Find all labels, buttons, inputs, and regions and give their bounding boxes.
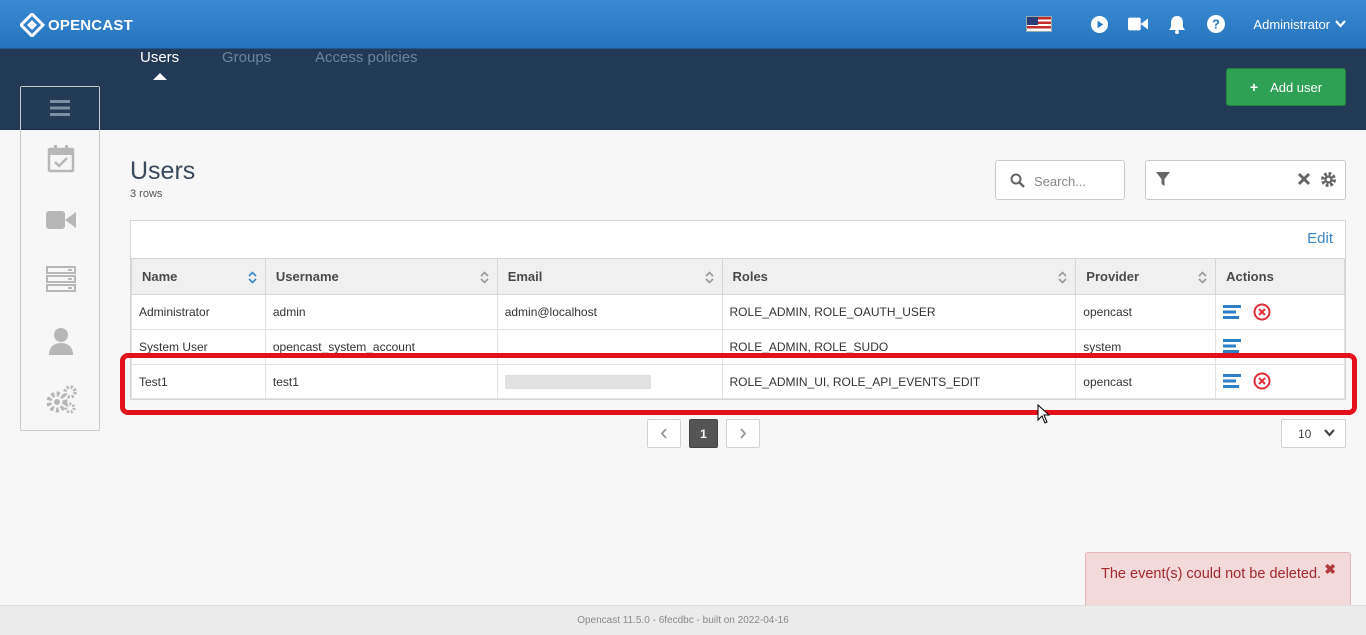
gear-icon[interactable] xyxy=(1320,171,1337,188)
sort-active-icon xyxy=(248,271,257,284)
column-header-name[interactable]: Name xyxy=(131,258,266,295)
cell-username: admin xyxy=(264,294,498,330)
chevron-left-icon xyxy=(660,428,667,439)
mouse-cursor-icon xyxy=(1037,404,1050,424)
chevron-right-icon xyxy=(740,428,747,439)
search-box[interactable] xyxy=(995,160,1125,200)
language-flag-icon[interactable] xyxy=(1026,16,1053,32)
sort-icon xyxy=(704,271,714,284)
search-input[interactable] xyxy=(1034,171,1119,191)
sidebar-item-recordings[interactable] xyxy=(21,209,101,231)
row-count: 3 rows xyxy=(130,188,163,200)
opencast-logo[interactable]: OPENCAST xyxy=(20,13,133,37)
user-menu[interactable]: Administrator xyxy=(1253,17,1346,32)
video-camera-icon[interactable] xyxy=(1128,14,1149,34)
page-size-select[interactable]: 10 xyxy=(1281,419,1346,448)
delete-icon[interactable] xyxy=(1253,303,1271,321)
sidebar xyxy=(20,86,100,431)
column-header-provider[interactable]: Provider xyxy=(1075,258,1217,295)
column-header-actions: Actions xyxy=(1215,258,1345,295)
cell-actions xyxy=(1215,294,1345,330)
column-header-roles[interactable]: Roles xyxy=(721,258,1077,295)
footer: Opencast 11.5.0 - 6fecdbc - built on 202… xyxy=(0,605,1366,635)
notifications-bell-icon[interactable] xyxy=(1167,14,1187,34)
cell-provider: opencast xyxy=(1075,294,1217,330)
sort-icon xyxy=(1198,271,1207,284)
calendar-check-icon xyxy=(47,145,75,173)
menu-icon xyxy=(50,100,70,116)
sidebar-item-events[interactable] xyxy=(21,145,101,173)
error-toast: The event(s) could not be deleted. ✖ xyxy=(1085,552,1351,608)
chevron-down-icon xyxy=(1335,20,1346,28)
table-header-row: Name Username Email Roles Provider Actio… xyxy=(131,258,1345,295)
clear-filter-icon[interactable] xyxy=(1297,172,1311,186)
details-icon[interactable] xyxy=(1223,304,1242,319)
sidebar-item-configuration[interactable] xyxy=(21,385,101,415)
page-title: Users xyxy=(130,157,196,185)
page-size-value: 10 xyxy=(1298,426,1312,441)
filter-icon xyxy=(1156,172,1170,186)
sort-icon xyxy=(1058,271,1067,284)
cell-email: admin@localhost xyxy=(496,294,723,330)
row-highlight-annotation xyxy=(120,353,1357,415)
add-user-label: Add user xyxy=(1270,79,1323,95)
table-row: Administrator admin admin@localhost ROLE… xyxy=(131,294,1345,330)
help-icon[interactable]: ? xyxy=(1206,14,1226,34)
chevron-down-icon xyxy=(1324,429,1335,437)
next-page-button[interactable] xyxy=(726,419,760,448)
page-button-current[interactable]: 1 xyxy=(689,419,718,448)
app-name: OPENCAST xyxy=(48,16,133,34)
sidebar-item-systems[interactable] xyxy=(21,266,101,292)
filter-box[interactable] xyxy=(1145,160,1346,200)
sidebar-item-users[interactable] xyxy=(21,327,101,355)
svg-text:?: ? xyxy=(1212,17,1220,32)
close-icon[interactable]: ✖ xyxy=(1324,561,1336,577)
video-camera-icon xyxy=(46,211,76,229)
user-icon xyxy=(49,328,73,355)
tab-users[interactable]: Users xyxy=(140,49,179,80)
gears-icon xyxy=(46,385,77,414)
edit-table-link[interactable]: Edit xyxy=(1307,230,1333,247)
server-rack-icon xyxy=(46,266,76,292)
add-user-button[interactable]: + Add user xyxy=(1226,68,1346,106)
opencast-logo-icon xyxy=(20,13,46,37)
toast-message: The event(s) could not be deleted. xyxy=(1101,566,1322,582)
cell-name: Administrator xyxy=(131,294,266,330)
sort-icon xyxy=(480,271,489,284)
details-icon[interactable] xyxy=(1223,338,1242,353)
menu-toggle[interactable] xyxy=(21,87,99,130)
tab-access-policies[interactable]: Access policies xyxy=(315,49,418,66)
cell-roles: ROLE_ADMIN, ROLE_OAUTH_USER xyxy=(721,294,1077,330)
column-header-email[interactable]: Email xyxy=(496,258,723,295)
search-icon xyxy=(1010,173,1025,188)
top-bar: OPENCAST ? Administrator xyxy=(0,0,1366,49)
sub-navigation xyxy=(0,49,1366,130)
column-header-username[interactable]: Username xyxy=(264,258,498,295)
user-menu-label: Administrator xyxy=(1253,16,1330,32)
tab-groups[interactable]: Groups xyxy=(222,49,271,66)
plus-icon: + xyxy=(1249,79,1259,95)
previous-page-button[interactable] xyxy=(647,419,681,448)
play-icon[interactable] xyxy=(1089,14,1109,34)
